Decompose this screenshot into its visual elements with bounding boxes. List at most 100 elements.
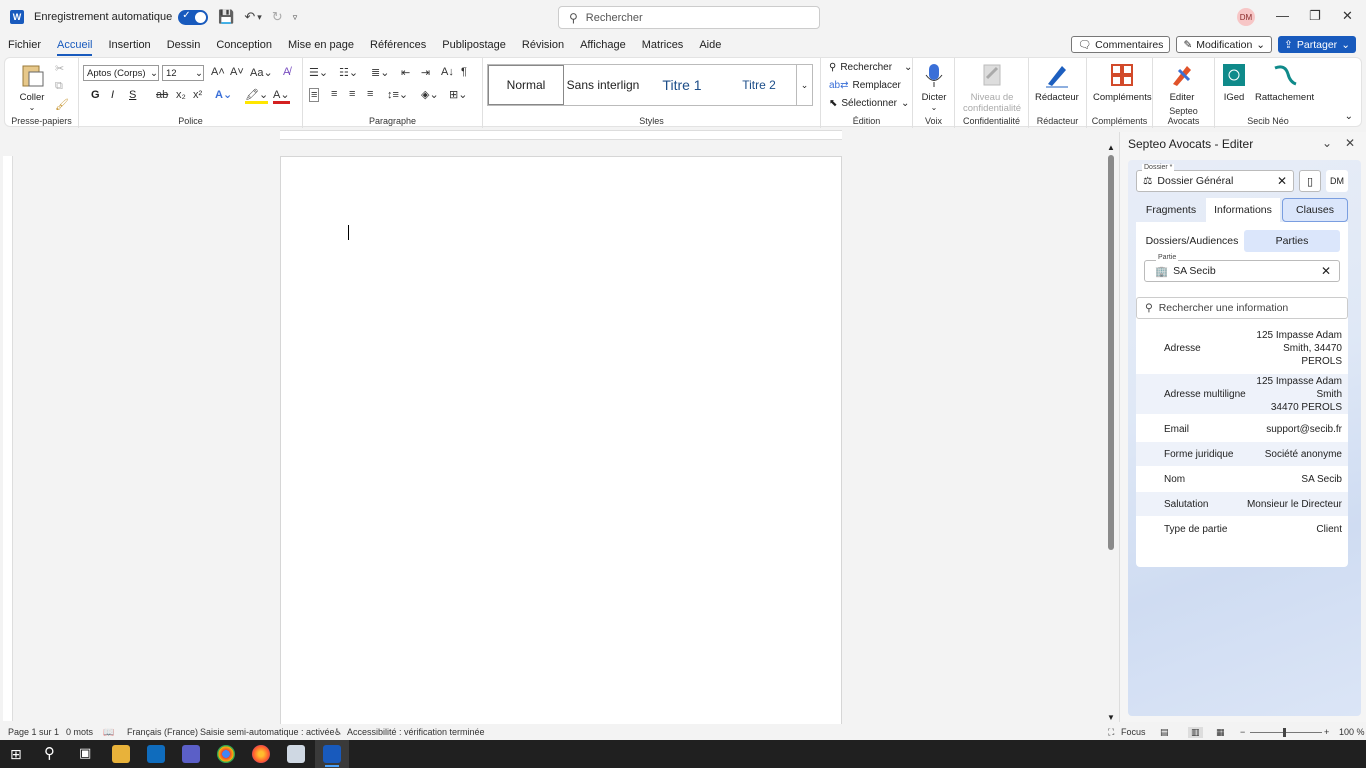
page-count[interactable]: Page 1 sur 1	[8, 727, 59, 737]
style-normal[interactable]: Normal	[488, 65, 564, 105]
info-search-input[interactable]: ⚲ Rechercher une information	[1136, 297, 1348, 319]
user-avatar[interactable]: DM	[1237, 8, 1255, 26]
pilcrow-icon[interactable]: ¶	[461, 66, 467, 78]
zoom-in-icon[interactable]: +	[1324, 727, 1329, 737]
text-effects-icon[interactable]: A⌄	[215, 88, 232, 101]
scroll-up-icon[interactable]: ▲	[1107, 143, 1115, 152]
redacteur-button[interactable]: Rédacteur	[1035, 62, 1079, 103]
search-icon[interactable]: ⚲	[44, 744, 55, 762]
share-button[interactable]: ⇪ Partager ⌄	[1278, 36, 1356, 53]
bold-button[interactable]: G	[91, 89, 100, 101]
rattachement-button[interactable]: Rattachement	[1255, 62, 1314, 103]
paste-button[interactable]: Coller ⌄	[19, 62, 45, 112]
iged-button[interactable]: IGed	[1221, 62, 1247, 103]
format-painter-icon[interactable]: 🖌	[55, 98, 69, 111]
print-layout-icon[interactable]: ▥	[1188, 727, 1203, 738]
autosave-toggle[interactable]	[178, 9, 209, 25]
file-explorer-icon[interactable]	[112, 745, 130, 763]
zoom-out-icon[interactable]: −	[1240, 727, 1245, 737]
word-app-icon[interactable]	[323, 745, 341, 763]
tab-conception[interactable]: Conception	[208, 36, 280, 56]
shrink-font-icon[interactable]: A˅	[230, 66, 244, 78]
increase-indent-icon[interactable]: ⇥	[421, 66, 430, 79]
pane-options-icon[interactable]: ⌄	[1322, 136, 1332, 150]
tab-revision[interactable]: Révision	[514, 36, 572, 56]
clear-dossier-icon[interactable]: ✕	[1277, 174, 1287, 188]
modification-button[interactable]: ✎ Modification ⌄	[1176, 36, 1273, 53]
dossier-field[interactable]: ⚖ Dossier Général ✕	[1136, 170, 1294, 192]
save-icon[interactable]: 💾	[218, 9, 234, 25]
cut-icon[interactable]: ✂	[55, 62, 64, 75]
pane-close-icon[interactable]: ✕	[1345, 136, 1355, 150]
task-view-icon[interactable]: ▣	[79, 745, 91, 761]
info-row[interactable]: Adresse 125 Impasse Adam Smith, 34470 PERO…	[1136, 328, 1348, 368]
chrome-icon[interactable]	[217, 745, 235, 763]
comments-button[interactable]: 🗨 Commentaires	[1070, 36, 1171, 53]
replace-button[interactable]: ab⇄ Remplacer	[829, 80, 901, 91]
teams-icon[interactable]	[182, 745, 200, 763]
ribbon-expand-icon[interactable]: ⌄	[1345, 111, 1353, 122]
tab-mise-en-page[interactable]: Mise en page	[280, 36, 362, 56]
style-heading-1[interactable]: Titre 1	[642, 65, 722, 105]
minimize-icon[interactable]: —	[1276, 8, 1289, 23]
redo-icon[interactable]: ↻	[272, 9, 283, 25]
align-right-icon[interactable]: ≡	[349, 88, 355, 100]
style-no-spacing[interactable]: Sans interlign	[564, 65, 642, 105]
proofing-icon[interactable]: 📖	[103, 727, 114, 738]
info-row[interactable]: Adresse multiligne 125 Impasse Adam Smith…	[1136, 374, 1348, 414]
numbering-icon[interactable]: ☷⌄	[339, 66, 358, 79]
restore-icon[interactable]: ❐	[1309, 8, 1321, 24]
style-heading-2[interactable]: Titre 2	[722, 65, 796, 105]
undo-dropdown-icon[interactable]: ▾	[257, 12, 262, 23]
close-window-icon[interactable]: ✕	[1342, 8, 1353, 24]
tab-matrices[interactable]: Matrices	[634, 36, 692, 56]
tab-publipostage[interactable]: Publipostage	[434, 36, 514, 56]
info-row[interactable]: Type de partie Client	[1136, 517, 1348, 541]
italic-button[interactable]: I	[111, 89, 114, 101]
clear-formatting-icon[interactable]: A̸	[283, 66, 290, 78]
grow-font-icon[interactable]: A˄	[211, 66, 225, 78]
editer-button[interactable]: Editer	[1169, 62, 1195, 103]
sort-icon[interactable]: A↓	[441, 66, 454, 78]
styles-more-icon[interactable]: ⌄	[796, 65, 812, 105]
find-button[interactable]: ⚲ Rechercher ⌄	[829, 62, 912, 73]
septeo-app-icon[interactable]	[287, 745, 305, 763]
undo-icon[interactable]: ↶	[244, 9, 255, 25]
subscript-icon[interactable]: x₂	[176, 89, 186, 101]
partie-field[interactable]: 🏢 SA Secib ✕	[1144, 260, 1340, 282]
align-left-icon[interactable]: ≡	[309, 88, 320, 102]
outlook-icon[interactable]	[147, 745, 165, 763]
info-row[interactable]: Nom SA Secib	[1136, 467, 1348, 491]
subtab-parties[interactable]: Parties	[1244, 230, 1340, 252]
subtab-dossiers-audiences[interactable]: Dossiers/Audiences	[1144, 230, 1240, 252]
device-button[interactable]: ▯	[1299, 170, 1321, 192]
document-page[interactable]	[280, 156, 842, 726]
shading-icon[interactable]: ◈⌄	[421, 88, 439, 101]
tab-informations[interactable]: Informations	[1206, 198, 1280, 222]
info-row[interactable]: Salutation Monsieur le Directeur	[1136, 492, 1348, 516]
zoom-level[interactable]: 100 %	[1339, 727, 1365, 737]
info-row[interactable]: Forme juridique Société anonyme	[1136, 442, 1348, 466]
font-name-select[interactable]: Aptos (Corps) ⌄	[83, 65, 159, 81]
font-size-select[interactable]: 12 ⌄	[162, 65, 204, 81]
bullets-icon[interactable]: ☰⌄	[309, 66, 328, 79]
tab-affichage[interactable]: Affichage	[572, 36, 634, 56]
font-color-icon[interactable]: A⌄	[273, 88, 290, 104]
pane-user-avatar[interactable]: DM	[1326, 170, 1348, 192]
info-row[interactable]: Email support@secib.fr	[1136, 417, 1348, 441]
underline-button[interactable]: S	[129, 89, 136, 101]
highlight-icon[interactable]: 🖍⌄	[245, 88, 269, 104]
change-case-icon[interactable]: Aa⌄	[250, 66, 273, 79]
superscript-icon[interactable]: x²	[193, 89, 202, 101]
decrease-indent-icon[interactable]: ⇤	[401, 66, 410, 79]
clear-partie-icon[interactable]: ✕	[1321, 264, 1331, 278]
tab-fragments[interactable]: Fragments	[1136, 198, 1206, 222]
web-layout-icon[interactable]: ▦	[1216, 727, 1225, 738]
align-center-icon[interactable]: ≡	[331, 88, 337, 100]
read-mode-icon[interactable]: ▤	[1160, 727, 1169, 738]
complements-button[interactable]: Compléments	[1093, 62, 1152, 103]
justify-icon[interactable]: ≡	[367, 88, 373, 100]
autocomplete-status[interactable]: Saisie semi-automatique : activée	[200, 727, 335, 737]
strikethrough-icon[interactable]: ab	[156, 89, 168, 101]
zoom-slider[interactable]	[1250, 728, 1322, 737]
